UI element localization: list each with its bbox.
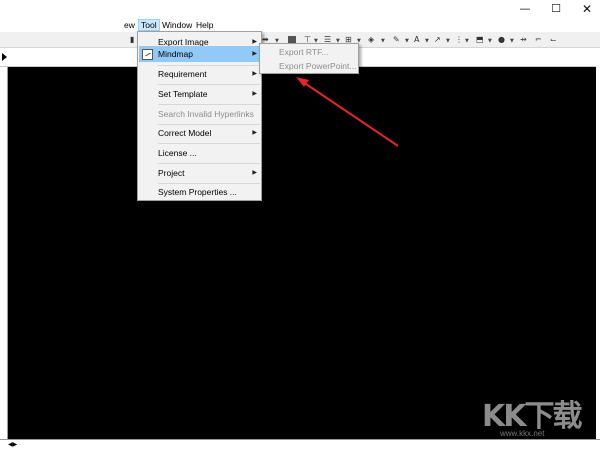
chevron-down-icon[interactable]: ▼ <box>381 36 385 46</box>
menu-item-label: Set Template <box>158 89 208 99</box>
tool-menu-dropdown: Export Image ▶ Mindmap ▶ Requirement ▶ S… <box>137 31 262 201</box>
menu-item-label: Requirement <box>158 69 207 79</box>
expand-arrow-icon[interactable] <box>2 53 7 61</box>
menu-item-correct-model[interactable]: Correct Model ▶ <box>139 124 260 142</box>
submenu-item-export-powerpoint[interactable]: Export PowerPoint... <box>261 59 357 73</box>
font-color-icon[interactable]: A <box>414 35 419 45</box>
menu-item-requirement[interactable]: Requirement ▶ <box>139 65 260 83</box>
line-end-icon[interactable]: ⌐ <box>535 35 542 45</box>
menu-help[interactable]: Help <box>194 19 215 31</box>
menu-window[interactable]: Window <box>160 19 194 31</box>
menu-bar: ew Tool Window Help <box>0 18 600 32</box>
mindmap-submenu: Export RTF... Export PowerPoint... <box>259 43 359 74</box>
diagram-canvas[interactable] <box>8 67 596 439</box>
line-color-icon[interactable]: ✎ <box>393 35 400 45</box>
menu-item-label: License ... <box>158 148 197 158</box>
menu-item-label: System Properties ... <box>158 187 237 197</box>
spacing-icon[interactable]: ⇸ <box>520 35 527 45</box>
chevron-down-icon[interactable]: ▼ <box>510 36 514 46</box>
chevron-down-icon[interactable]: ▼ <box>405 36 409 46</box>
maximize-button[interactable]: ☐ <box>541 2 571 16</box>
menu-item-license[interactable]: License ... <box>139 144 260 162</box>
submenu-arrow-icon: ▶ <box>252 70 257 77</box>
menu-item-set-template[interactable]: Set Template ▶ <box>139 85 260 103</box>
watermark-url: www.kkx.net <box>500 429 545 438</box>
chevron-down-icon[interactable]: ▼ <box>488 36 492 46</box>
right-scroll-strip[interactable] <box>596 48 600 449</box>
shape-icon[interactable]: ⬒ <box>476 35 484 45</box>
chevron-down-icon[interactable]: ▼ <box>465 36 469 46</box>
minimize-button[interactable]: — <box>510 2 540 16</box>
mindmap-icon <box>142 49 153 60</box>
menu-item-label: Search Invalid Hyperlinks <box>158 109 254 119</box>
connector-icon[interactable]: ↗ <box>434 35 441 45</box>
submenu-item-export-rtf[interactable]: Export RTF... <box>261 45 357 59</box>
waypoint-icon[interactable]: ⌙ <box>550 35 557 45</box>
circle-icon[interactable]: ● <box>498 35 505 45</box>
toolbar-handle-icon: ▮ <box>130 35 135 44</box>
menu-item-mindmap[interactable]: Mindmap ▶ <box>139 46 260 62</box>
submenu-arrow-icon: ▶ <box>252 129 257 136</box>
menu-view[interactable]: ew <box>122 19 137 31</box>
menu-item-label: Mindmap <box>158 49 193 59</box>
line-style-icon[interactable]: ⋮ <box>455 35 463 45</box>
submenu-arrow-icon: ▶ <box>252 90 257 97</box>
scroll-arrows-icon[interactable]: ◀▶ <box>8 441 17 449</box>
menu-item-label: Project <box>158 168 185 178</box>
menu-item-label: Correct Model <box>158 128 212 138</box>
menu-tool[interactable]: Tool <box>138 19 160 31</box>
title-bar: — ☐ ✕ <box>0 0 600 18</box>
left-panel-strip <box>0 67 8 439</box>
watermark-logo: KK下载 www.kkx.net <box>470 385 590 445</box>
paint-bucket-icon[interactable]: ◈ <box>368 35 374 45</box>
menu-item-project[interactable]: Project ▶ <box>139 164 260 182</box>
close-button[interactable]: ✕ <box>572 2 600 16</box>
menu-item-system-properties[interactable]: System Properties ... <box>139 183 260 201</box>
submenu-arrow-icon: ▶ <box>252 169 257 176</box>
menu-item-search-invalid-hyperlinks[interactable]: Search Invalid Hyperlinks <box>139 105 260 123</box>
submenu-arrow-icon: ▶ <box>252 50 257 57</box>
chevron-down-icon[interactable]: ▼ <box>425 36 429 46</box>
chevron-down-icon[interactable]: ▼ <box>446 36 450 46</box>
